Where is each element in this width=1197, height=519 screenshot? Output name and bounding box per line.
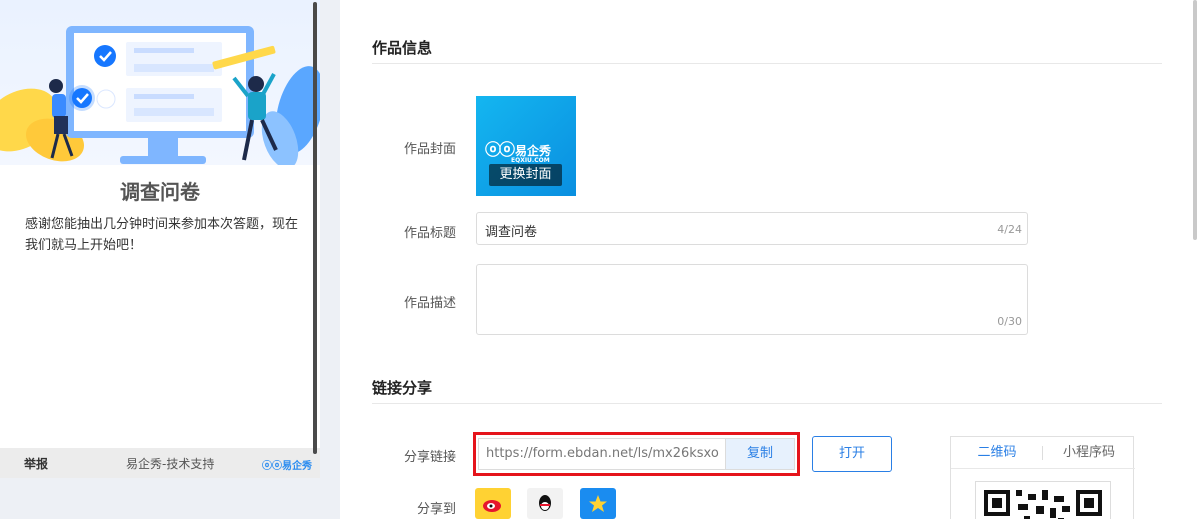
copy-button[interactable]: 复制	[725, 438, 795, 470]
cover-logo: ⓞⓞ 易企秀 EQXIU.COM	[485, 136, 551, 164]
tab-separator	[1042, 446, 1043, 460]
description-textarea[interactable]: 0/30	[476, 264, 1028, 335]
share-url-field[interactable]: https://form.ebdan.net/ls/mx26ksxo	[478, 438, 725, 470]
survey-hero-illustration	[0, 0, 320, 165]
survey-description: 感谢您能抽出几分钟时间来参加本次答题，现在我们就马上开始吧！	[25, 217, 299, 253]
open-button[interactable]: 打开	[812, 436, 892, 472]
survey-title: 调查问卷	[120, 180, 200, 204]
title-char-count: 4/24	[997, 223, 1022, 236]
preview-scrollbar[interactable]	[313, 2, 317, 454]
share-to-label: 分享到	[416, 502, 456, 517]
preview-footer: 举报 易企秀-技术支持 ⓞⓞ易企秀	[0, 448, 320, 478]
qr-code-image	[975, 481, 1111, 519]
app-root: 调查问卷 感谢您能抽出几分钟时间来参加本次答题，现在我们就马上开始吧！ 举报 易…	[0, 0, 1197, 519]
main-scrollbar[interactable]	[1193, 0, 1197, 240]
section-title-link-share: 链接分享	[372, 379, 433, 397]
desc-char-count: 0/30	[997, 315, 1022, 328]
title-input[interactable]: 调查问卷 4/24	[476, 212, 1028, 245]
qq-icon[interactable]	[527, 488, 563, 519]
qr-code-card: 二维码 小程序码	[950, 436, 1135, 519]
share-link-highlight: https://form.ebdan.net/ls/mx26ksxo 复制	[473, 432, 800, 476]
eqxiu-logo: ⓞⓞ易企秀	[262, 461, 312, 472]
cover-image[interactable]: ⓞⓞ 易企秀 EQXIU.COM 更换封面	[476, 96, 576, 196]
title-label: 作品标题	[403, 226, 456, 241]
tab-qr-code[interactable]: 二维码	[951, 437, 1043, 468]
report-link[interactable]: 举报	[24, 455, 48, 472]
divider	[372, 63, 1162, 64]
section-title-work-info: 作品信息	[372, 39, 433, 57]
brand-text: 易企秀	[282, 461, 312, 472]
cover-logo-sub: EQXIU.COM	[511, 157, 550, 164]
survey-preview: 调查问卷 感谢您能抽出几分钟时间来参加本次答题，现在我们就马上开始吧！ 举报 易…	[0, 0, 320, 478]
qr-tabs: 二维码 小程序码	[951, 437, 1135, 469]
cover-label: 作品封面	[403, 142, 456, 157]
divider	[372, 403, 1162, 404]
qzone-icon[interactable]	[580, 488, 616, 519]
title-input-value: 调查问卷	[485, 225, 538, 240]
eqxiu-logo-icon: ⓞⓞ	[485, 140, 515, 159]
change-cover-button[interactable]: 更换封面	[489, 164, 562, 186]
weibo-icon[interactable]	[475, 488, 511, 519]
tab-mini-program-code[interactable]: 小程序码	[1043, 437, 1135, 468]
tech-support-text: 易企秀-技术支持	[126, 456, 215, 471]
share-link-label: 分享链接	[403, 450, 456, 465]
desc-label: 作品描述	[403, 296, 456, 311]
